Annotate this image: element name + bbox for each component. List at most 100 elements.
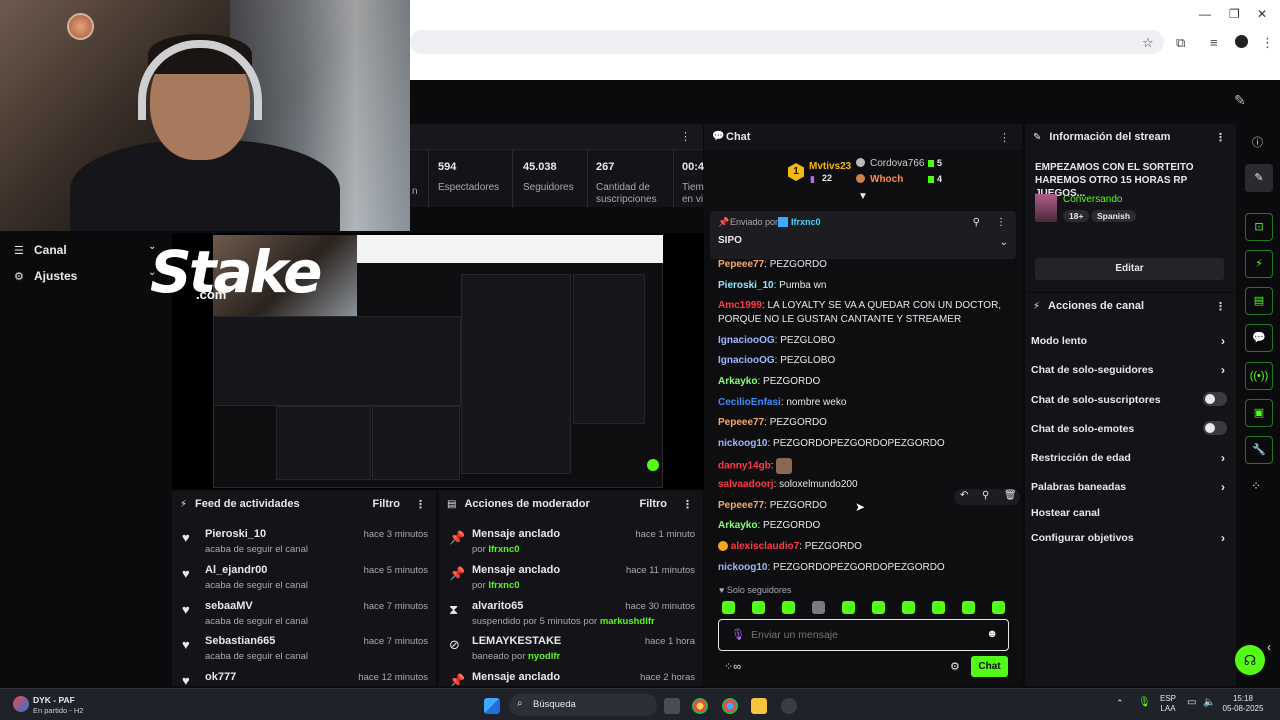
mod-menu-icon[interactable]: ⋮ bbox=[682, 498, 693, 511]
chat-menu-icon[interactable]: ⋮ bbox=[999, 131, 1010, 144]
keyboard-language[interactable]: ESP LAA bbox=[1157, 694, 1179, 714]
chat-settings-gear-icon[interactable]: ⚙ bbox=[950, 660, 960, 673]
support-headset-icon[interactable]: ☊ bbox=[1235, 645, 1265, 675]
emote-button[interactable] bbox=[992, 601, 1005, 614]
chat-bubble-icon[interactable]: 💬 bbox=[1245, 324, 1273, 352]
speaker-icon[interactable]: 🔈 bbox=[1203, 697, 1215, 708]
document-icon[interactable]: ▤ bbox=[1245, 287, 1273, 315]
app-logo-icon[interactable] bbox=[13, 696, 29, 712]
infinity-icon[interactable]: ⁘∞ bbox=[724, 660, 741, 673]
menu-icon: ☰ bbox=[14, 244, 24, 257]
extensions-icon[interactable]: ⁘ bbox=[1251, 479, 1261, 493]
emote-button[interactable] bbox=[812, 601, 825, 614]
edit-layout-icon[interactable]: ✎ bbox=[1245, 164, 1273, 192]
tag-badge[interactable]: Spanish bbox=[1091, 210, 1137, 222]
broadcast-icon[interactable]: ((•)) bbox=[1245, 362, 1273, 390]
wrench-icon[interactable]: 🔧 bbox=[1245, 436, 1273, 464]
tag-badge[interactable]: 18+ bbox=[1063, 210, 1090, 222]
bookmark-star-icon[interactable]: ☆ bbox=[1142, 35, 1154, 51]
chrome-icon[interactable] bbox=[692, 698, 708, 714]
emote-button[interactable] bbox=[782, 601, 795, 614]
emote-button[interactable] bbox=[872, 601, 885, 614]
media-icon[interactable]: ≡ bbox=[1210, 35, 1218, 50]
taskbar-search[interactable]: ⌕ Búsqueda bbox=[509, 694, 657, 716]
category-name[interactable]: Conversando bbox=[1063, 194, 1122, 205]
mod-filter-button[interactable]: Filtro bbox=[640, 498, 668, 510]
edit-stream-button[interactable]: Editar bbox=[1035, 258, 1224, 280]
action-banned-words[interactable]: Palabras baneadas › bbox=[1031, 480, 1231, 494]
network-icon[interactable]: ▭ bbox=[1187, 697, 1196, 708]
chevron-up-icon[interactable]: ⌃ bbox=[1116, 698, 1124, 709]
action-host-channel[interactable]: Hostear canal bbox=[1031, 507, 1231, 519]
microphone-icon[interactable]: 🎙 bbox=[1138, 697, 1151, 708]
emote-button[interactable] bbox=[962, 601, 975, 614]
pin-icon[interactable]: ⚲ bbox=[982, 490, 989, 501]
chat-input-box[interactable]: 🎙 ☻ bbox=[718, 619, 1009, 651]
emote-button[interactable] bbox=[902, 601, 915, 614]
feed-menu-icon[interactable]: ⋮ bbox=[415, 498, 426, 511]
emotes-only-toggle[interactable] bbox=[1203, 421, 1227, 435]
layers-icon[interactable]: ▣ bbox=[1245, 399, 1273, 427]
leaderboard-third-name[interactable]: Whoch bbox=[870, 174, 903, 185]
channel-actions-menu-icon[interactable]: ⋮ bbox=[1215, 300, 1226, 313]
chat-bubble-icon: 💬 bbox=[712, 131, 725, 142]
hourglass-icon: ⧗ bbox=[449, 602, 459, 617]
leaderboard-second-name[interactable]: Cordova766 bbox=[870, 158, 924, 169]
clip-icon[interactable]: ⊡ bbox=[1245, 213, 1273, 241]
sub-icon bbox=[928, 176, 934, 183]
emote-button[interactable] bbox=[752, 601, 765, 614]
gear-icon: ⚙ bbox=[14, 270, 24, 283]
clock[interactable]: 15:18 05-08-2025 bbox=[1218, 694, 1268, 714]
subscribers-only-toggle[interactable] bbox=[1203, 392, 1227, 406]
action-configure-goals[interactable]: Configurar objetivos › bbox=[1031, 531, 1231, 545]
category-thumbnail[interactable] bbox=[1035, 194, 1057, 222]
action-followers-only[interactable]: Chat de solo-seguidores › bbox=[1031, 363, 1231, 377]
minimize-icon[interactable]: — bbox=[1199, 7, 1211, 21]
stats-menu-icon[interactable]: ⋮ bbox=[680, 130, 691, 143]
emote-button[interactable] bbox=[932, 601, 945, 614]
stat-divider bbox=[673, 150, 674, 207]
stream-info-menu-icon[interactable]: ⋮ bbox=[1215, 131, 1226, 144]
windows-start-icon[interactable] bbox=[484, 698, 500, 714]
delete-icon[interactable]: 🗑 bbox=[1004, 490, 1017, 501]
chat-input[interactable] bbox=[751, 626, 971, 644]
emote-button[interactable] bbox=[722, 601, 735, 614]
lightning-icon[interactable]: ⚡ bbox=[1245, 250, 1273, 278]
file-explorer-icon[interactable] bbox=[751, 698, 767, 714]
task-view-icon[interactable] bbox=[664, 698, 680, 714]
info-icon[interactable]: ⓘ bbox=[1252, 134, 1263, 150]
chrome-icon[interactable] bbox=[722, 698, 738, 714]
emote-button[interactable] bbox=[842, 601, 855, 614]
chat-message: Pepeee77: PEZGORDO bbox=[718, 259, 827, 270]
preview-mod bbox=[372, 406, 460, 480]
maximize-icon[interactable]: ❐ bbox=[1229, 7, 1240, 21]
profile-avatar[interactable] bbox=[1235, 35, 1248, 48]
list-item: ⊘ LEMAYKESTAKE baneado por nyodlfr hace … bbox=[449, 635, 695, 662]
reply-icon[interactable]: ↶ bbox=[960, 490, 968, 501]
feed-filter-button[interactable]: Filtro bbox=[373, 498, 401, 510]
browser-menu-icon[interactable]: ⋮ bbox=[1261, 35, 1274, 51]
user-avatar-icon[interactable]: ✎ bbox=[1234, 92, 1246, 109]
emoji-icon[interactable]: ☻ bbox=[986, 628, 998, 640]
address-bar[interactable] bbox=[410, 30, 1164, 54]
action-age-restriction[interactable]: Restricción de edad › bbox=[1031, 451, 1231, 465]
close-icon[interactable]: ✕ bbox=[1257, 7, 1267, 21]
microphone-icon[interactable]: 🎙 bbox=[731, 628, 745, 641]
collapse-icon[interactable]: ▼ bbox=[858, 191, 868, 202]
chevron-down-icon[interactable]: ⌄ bbox=[1000, 237, 1008, 248]
action-slow-mode[interactable]: Modo lento › bbox=[1031, 334, 1231, 348]
silver-medal-icon bbox=[856, 158, 865, 167]
app-title[interactable]: DYK - PAF bbox=[33, 695, 75, 705]
pinned-menu-icon[interactable]: ⋮ bbox=[996, 217, 1006, 228]
stat-divider bbox=[512, 150, 513, 207]
chevron-left-icon[interactable]: ‹ bbox=[1267, 640, 1271, 654]
extensions-icon[interactable]: ⧉ bbox=[1176, 35, 1185, 51]
leaderboard-first-name[interactable]: Mvtivs23 bbox=[809, 161, 851, 172]
unpin-icon[interactable]: ⚲ bbox=[973, 217, 980, 228]
chat-message: Arkayko: PEZGORDO bbox=[718, 520, 821, 531]
quick-actions-rail: ⓘ ✎ ⊡ ⚡ ▤ 💬 ((•)) ▣ 🔧 ⁘ bbox=[1242, 124, 1276, 564]
nav-item-ajustes[interactable]: ⚙ Ajustes bbox=[14, 269, 77, 283]
obs-icon[interactable] bbox=[781, 698, 797, 714]
send-chat-button[interactable]: Chat bbox=[971, 656, 1008, 677]
nav-item-canal[interactable]: ☰ Canal bbox=[14, 243, 67, 257]
